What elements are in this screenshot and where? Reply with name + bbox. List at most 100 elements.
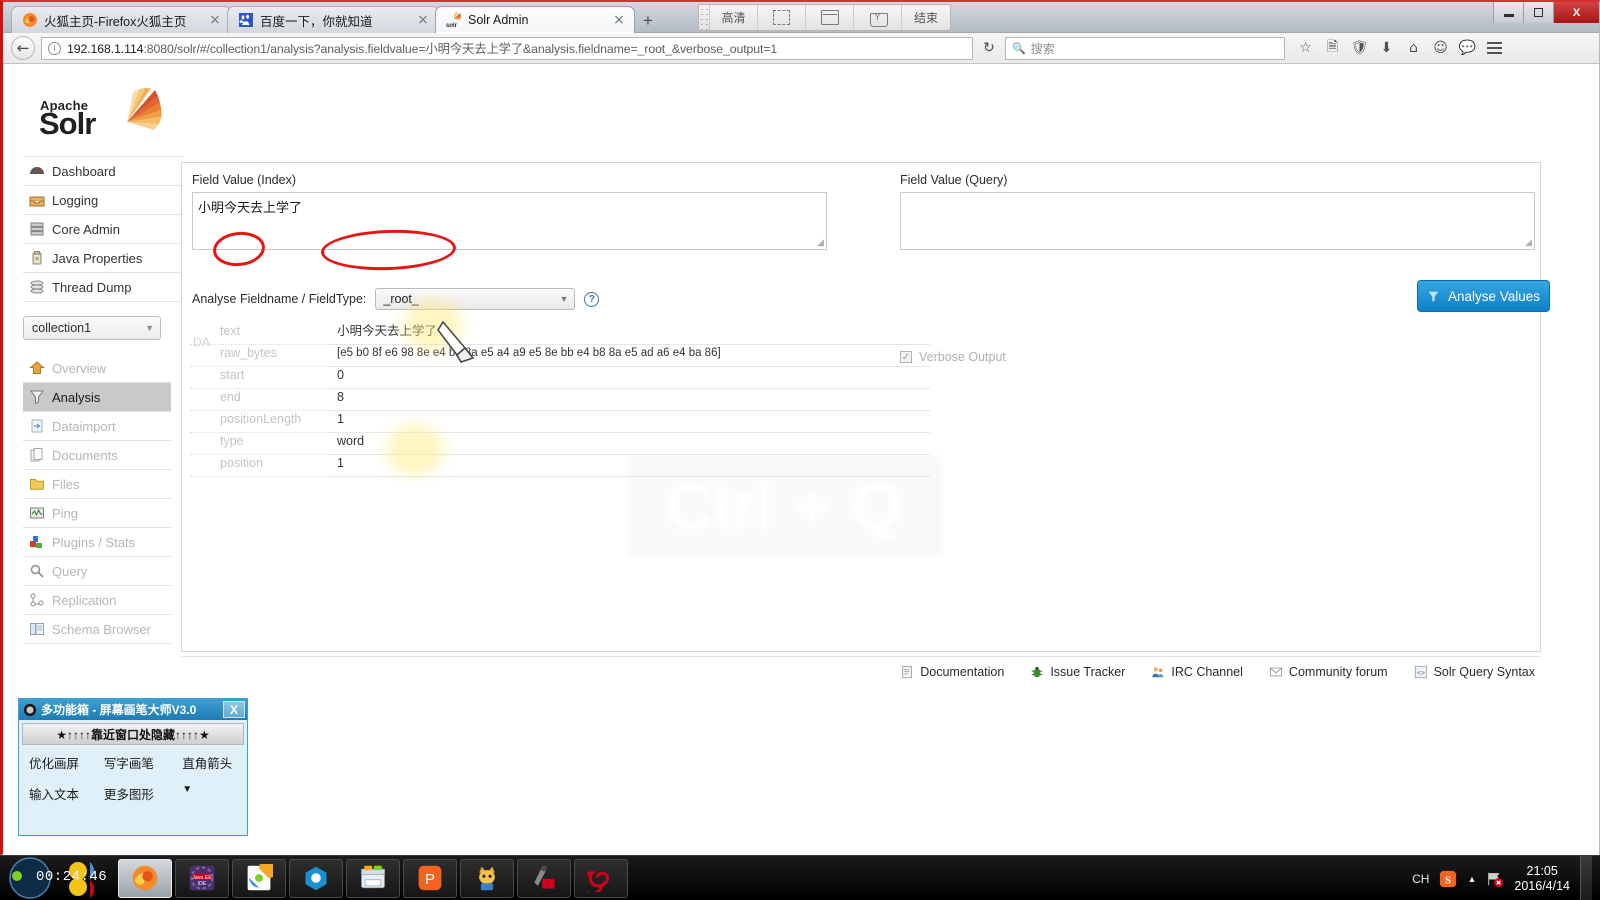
close-icon[interactable]: X (1553, 2, 1599, 23)
tool-button-more-shapes[interactable]: 更多图形 (104, 784, 182, 803)
sidebar-item-query[interactable]: Query (23, 557, 171, 586)
ping-icon (30, 507, 44, 519)
site-info-icon[interactable]: i (48, 41, 61, 55)
new-tab-button[interactable]: + (643, 11, 653, 31)
dataimport-icon (31, 419, 43, 433)
browser-tab-2[interactable]: 百度一下，你就知道 × (227, 6, 439, 33)
bug-icon (1032, 666, 1043, 678)
browser-tab-1[interactable]: 火狐主页-Firefox火狐主页 × (11, 6, 231, 33)
footer-link-community-forum[interactable]: Community forum (1269, 665, 1388, 679)
tab-close-icon[interactable]: × (208, 13, 222, 27)
sogou-icon[interactable]: S (1439, 870, 1457, 888)
taskbar-item-blue-app[interactable] (289, 858, 343, 898)
sidebar-item-dataimport[interactable]: Dataimport (23, 412, 171, 441)
tool-button-optimize-screen[interactable]: 优化画屏 (29, 753, 104, 772)
help-icon[interactable]: ? (584, 291, 600, 307)
reload-icon[interactable]: ↻ (979, 40, 999, 56)
sidebar-item-documents[interactable]: Documents (23, 441, 171, 470)
tool-button-right-angle-arrow[interactable]: 直角箭头 (182, 753, 237, 772)
screen: 火狐主页-Firefox火狐主页 × 百度一下，你就知道 × solr Solr… (0, 0, 1600, 900)
tab-close-icon[interactable]: × (416, 13, 430, 27)
sidebar-item-schema-browser[interactable]: Schema Browser (23, 615, 171, 644)
scroll-capture-icon[interactable] (854, 5, 902, 30)
region-select-icon[interactable] (758, 5, 806, 30)
footer-link-issue-tracker[interactable]: Issue Tracker (1030, 665, 1125, 679)
sidebar-item-thread-dump[interactable]: Thread Dump (23, 273, 183, 302)
sidebar-item-replication[interactable]: Replication (23, 586, 171, 615)
tool-window-hide-bar[interactable]: ★↑↑↑↑靠近窗口处隐藏↑↑↑↑★ (22, 723, 244, 745)
smiley-icon[interactable]: ☺ (1432, 40, 1449, 57)
solr-logo[interactable]: Apache Solr (23, 84, 183, 146)
taskbar-item-tool-app[interactable] (517, 858, 571, 898)
solr-footer: Documentation Issue Tracker IRC Channel … (181, 656, 1541, 679)
search-input[interactable]: 🔍 搜索 (1005, 36, 1285, 60)
taskbar-item-file-explorer[interactable] (346, 858, 400, 898)
tray-expand-icon[interactable]: ▲ (1467, 874, 1476, 884)
taskbar-item-color-app[interactable] (232, 858, 286, 898)
document-icon (902, 665, 913, 679)
browser-tab-3[interactable]: solr Solr Admin × (435, 6, 635, 33)
sidebar-item-logging[interactable]: Logging (23, 186, 183, 215)
tool-button-write-pen[interactable]: 写字画笔 (104, 753, 182, 772)
field-value-query-input[interactable]: ◢ (900, 192, 1535, 250)
row-key: end (190, 389, 330, 411)
sidebar-item-plugins-stats[interactable]: Plugins / Stats (23, 528, 171, 557)
taskbar-item-spiral-app[interactable] (574, 858, 628, 898)
chevron-down-icon[interactable]: ▼ (182, 784, 237, 803)
footer-link-label: IRC Channel (1171, 665, 1243, 679)
taskbar-item-powerpoint-app[interactable]: P (403, 858, 457, 898)
java-ee-ide-icon: Java EE IDE (189, 865, 215, 891)
sidebar-item-ping[interactable]: Ping (23, 499, 171, 528)
footer-link-documentation[interactable]: Documentation (900, 665, 1004, 679)
taskbar-stopwatch: 00:24:46 (36, 868, 108, 885)
footer-link-irc-channel[interactable]: IRC Channel (1151, 665, 1243, 679)
network-error-icon[interactable] (1486, 870, 1504, 888)
menu-hamburger-icon[interactable] (1486, 40, 1503, 57)
tab-close-icon[interactable]: × (612, 13, 626, 27)
analyse-values-button[interactable]: Analyse Values (1417, 280, 1550, 312)
resize-grip-icon[interactable]: ◢ (817, 237, 824, 248)
url-bar[interactable]: i 192.168.1.114:8080/solr/#/collection1/… (41, 36, 973, 60)
sidebar-item-core-admin[interactable]: Core Admin (23, 215, 183, 244)
tray-clock[interactable]: 21:05 2016/4/14 (1514, 864, 1570, 894)
start-clock-widget[interactable]: 00:24:46 (0, 856, 112, 900)
minimize-icon[interactable] (1493, 2, 1523, 23)
toolbar-drag-grip[interactable] (699, 5, 710, 30)
sidebar-item-java-properties[interactable]: Java Properties (23, 244, 183, 273)
shield-icon[interactable]: 🛡 (1351, 40, 1369, 57)
core-selector[interactable]: collection1 ▼ (23, 316, 161, 340)
close-icon[interactable]: X (223, 701, 245, 718)
footer-link-solr-query-syntax[interactable]: <> Solr Query Syntax (1414, 665, 1535, 679)
tool-button-input-text[interactable]: 输入文本 (29, 784, 104, 803)
taskbar-item-firefox[interactable] (118, 858, 172, 898)
reading-list-icon[interactable]: 🗎 (1324, 39, 1341, 57)
sidebar-item-files[interactable]: Files (23, 470, 171, 499)
maximize-icon[interactable] (1523, 2, 1553, 23)
taskbar-item-java-ee-ide[interactable]: Java EE IDE (175, 858, 229, 898)
sidebar-item-overview[interactable]: Overview (23, 354, 171, 383)
home-icon[interactable]: ⌂ (1405, 40, 1422, 57)
back-button[interactable]: ← (11, 36, 35, 60)
resize-grip-icon[interactable]: ◢ (1525, 237, 1532, 248)
analyse-fieldname-select[interactable]: _root_ ▼ (375, 288, 576, 310)
capture-hd-button[interactable]: 高清 (710, 5, 758, 30)
window-capture-icon[interactable] (806, 5, 854, 30)
show-desktop-button[interactable] (1580, 856, 1592, 900)
chat-icon[interactable]: 💬 (1459, 40, 1476, 57)
sidebar-item-dashboard[interactable]: Dashboard (23, 157, 183, 186)
capture-end-button[interactable]: 结束 (902, 5, 950, 30)
screen-pen-tool-window[interactable]: 多功能箱 - 屏幕画笔大师V3.0 X ★↑↑↑↑靠近窗口处隐藏↑↑↑↑★ 优化… (18, 698, 248, 836)
verbose-output-row[interactable]: ✓ Verbose Output (900, 350, 1550, 364)
solr-sunburst-icon (127, 88, 162, 130)
table-row: end 8 (190, 389, 930, 411)
tool-window-titlebar[interactable]: 多功能箱 - 屏幕画笔大师V3.0 X (19, 699, 247, 720)
ime-indicator[interactable]: CH (1412, 872, 1429, 886)
field-value-index-input[interactable]: 小明今天去上学了 ◢ (192, 192, 827, 250)
screen-capture-toolbar[interactable]: 高清 结束 (698, 4, 951, 31)
sidebar-item-analysis[interactable]: Analysis (23, 383, 171, 412)
svg-text:P: P (425, 872, 435, 888)
downloads-icon[interactable]: ⬇ (1378, 40, 1395, 57)
svg-text:IDE: IDE (198, 881, 207, 887)
taskbar-item-cat-app[interactable] (460, 858, 514, 898)
bookmark-star-icon[interactable]: ☆ (1297, 40, 1314, 57)
